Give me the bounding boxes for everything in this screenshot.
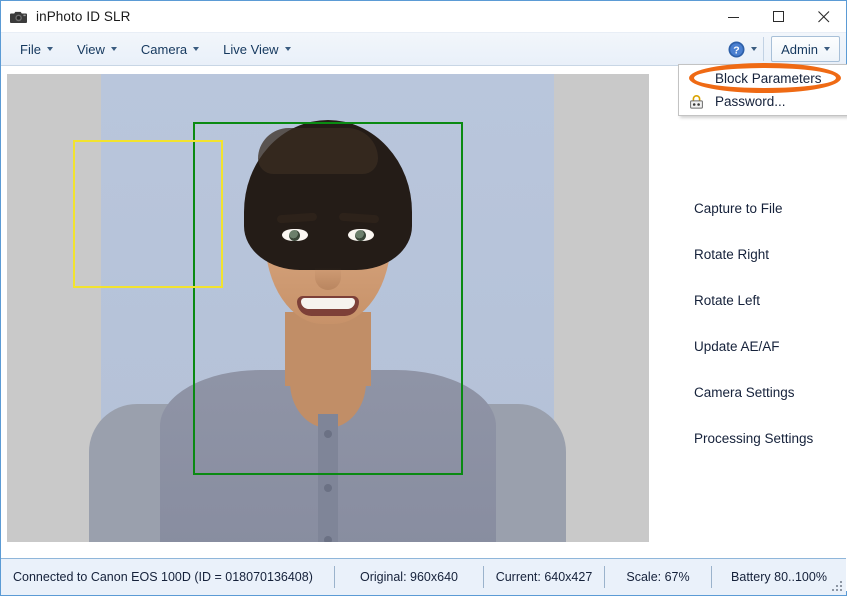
status-bar: Connected to Canon EOS 100D (ID = 018070… (1, 558, 846, 595)
status-scale: Scale: 67% (626, 570, 690, 584)
chevron-down-icon (110, 47, 117, 51)
menu-item-camera-label: Camera (140, 41, 188, 57)
command-label: Rotate Right (694, 247, 770, 262)
maximize-icon (772, 10, 784, 22)
admin-dropdown-menu: Block Parameters Password... (678, 64, 847, 116)
content-area: Capture to File Rotate Right Rotate Left… (1, 66, 847, 591)
menu-item-file-label: File (20, 41, 41, 57)
command-label: Camera Settings (694, 385, 795, 400)
chevron-down-icon (46, 47, 53, 51)
chevron-down-icon (751, 47, 758, 51)
close-button[interactable] (801, 1, 846, 32)
menu-item-password-label: Password... (715, 94, 786, 109)
menu-item-file[interactable]: File (11, 38, 62, 60)
admin-button-label: Admin (781, 41, 818, 57)
menu-item-view-label: View (76, 41, 105, 57)
portrait-photo (7, 74, 649, 542)
svg-text:?: ? (733, 44, 739, 56)
chevron-down-icon (193, 47, 200, 51)
menu-item-block-parameters[interactable]: Block Parameters (679, 67, 847, 90)
command-label: Processing Settings (694, 431, 814, 446)
window-controls (711, 1, 846, 32)
status-original-size: Original: 960x640 (360, 570, 458, 584)
chevron-down-icon (824, 47, 830, 51)
menu-item-password[interactable]: Password... (679, 90, 847, 113)
menu-item-live-view-label: Live View (223, 41, 279, 57)
command-capture-to-file[interactable]: Capture to File (694, 201, 783, 216)
help-button[interactable]: ? (722, 37, 765, 61)
maximize-button[interactable] (756, 1, 801, 32)
command-processing-settings[interactable]: Processing Settings (694, 431, 813, 446)
menu-bar: File View Camera Live View ? Admin (1, 33, 846, 66)
menu-bar-right-group: ? Admin (722, 33, 846, 65)
command-panel: Capture to File Rotate Right Rotate Left… (657, 66, 847, 591)
application-window: inPhoto ID SLR File View Camera Live Vie… (0, 0, 847, 596)
lock-icon (688, 93, 705, 110)
help-icon: ? (728, 41, 745, 58)
command-label: Update AE/AF (694, 339, 780, 354)
camera-icon (10, 9, 28, 25)
menu-item-live-view[interactable]: Live View (214, 38, 299, 60)
menu-item-camera[interactable]: Camera (132, 38, 208, 60)
close-icon (817, 10, 829, 22)
status-battery: Battery 80..100% (731, 570, 827, 584)
window-title: inPhoto ID SLR (36, 9, 131, 24)
command-camera-settings[interactable]: Camera Settings (694, 385, 795, 400)
status-connection: Connected to Canon EOS 100D (ID = 018070… (13, 570, 313, 584)
menu-item-view[interactable]: View (68, 38, 126, 60)
menu-item-block-parameters-label: Block Parameters (715, 71, 822, 86)
command-label: Rotate Left (694, 293, 761, 308)
status-current-size: Current: 640x427 (495, 570, 593, 584)
command-rotate-left[interactable]: Rotate Left (694, 293, 760, 308)
resize-grip[interactable] (830, 579, 843, 592)
title-bar: inPhoto ID SLR (1, 1, 846, 33)
live-view-preview[interactable] (7, 74, 649, 542)
command-rotate-right[interactable]: Rotate Right (694, 247, 769, 262)
chevron-down-icon (284, 47, 291, 51)
command-update-ae-af[interactable]: Update AE/AF (694, 339, 780, 354)
command-label: Capture to File (694, 201, 783, 216)
minimize-button[interactable] (711, 1, 756, 32)
admin-button[interactable]: Admin (771, 36, 840, 62)
minimize-icon (727, 16, 739, 18)
